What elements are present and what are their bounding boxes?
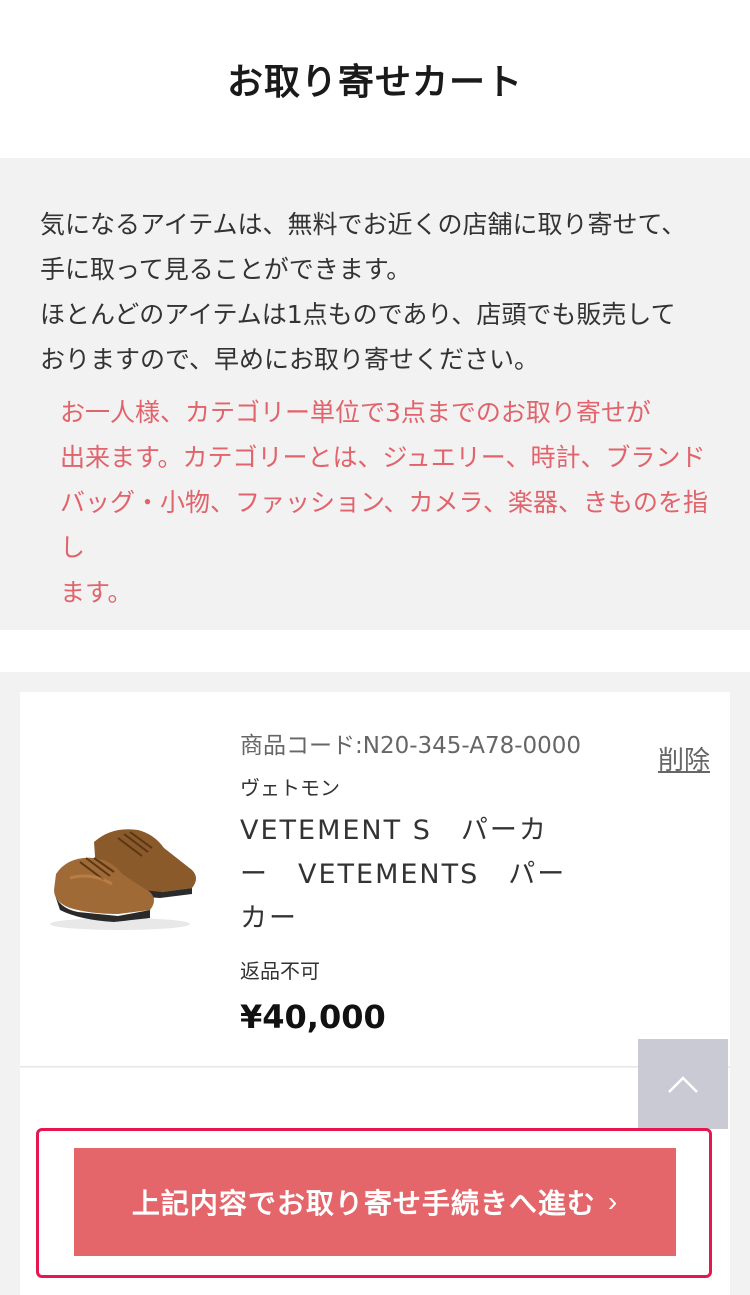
item-name-line: VETEMENT S パーカ (240, 815, 548, 846)
item-brand: ヴェトモン (240, 776, 340, 800)
notice-limit: お一人様、カテゴリー単位で3点までのお取り寄せが 出来ます。カテゴリーとは、ジュ… (40, 390, 710, 615)
item-info: 商品コード:N20-345-A78-0000 ヴェトモン VETEMENT S … (240, 726, 620, 1036)
notice-limit-line: 出来ます。カテゴリーとは、ジュエリー、時計、ブランド (60, 443, 706, 472)
item-code: 商品コード:N20-345-A78-0000 (240, 733, 582, 759)
proceed-label: 上記内容でお取り寄せ手続きへ進む (131, 1188, 596, 1219)
shoe-image[interactable] (42, 812, 202, 942)
cart-item: 商品コード:N20-345-A78-0000 ヴェトモン VETEMENT S … (20, 692, 730, 1067)
chevron-right-icon: › (607, 1186, 619, 1217)
item-name-line: カー (240, 903, 298, 934)
return-policy: 返品不可 (240, 959, 320, 983)
notice-intro-line: 手に取って見ることができます。 (40, 255, 412, 284)
notice-intro: 気になるアイテムは、無料でお近くの店舗に取り寄せて、 手に取って見ることができま… (40, 202, 710, 382)
item-name[interactable]: VETEMENT S パーカ ー VETEMENTS パー カー (240, 809, 620, 941)
proceed-button[interactable]: 上記内容でお取り寄せ手続きへ進む › (74, 1148, 676, 1256)
item-name-line: ー VETEMENTS パー (240, 859, 567, 890)
notice-intro-line: おりますので、早めにお取り寄せください。 (40, 345, 540, 374)
notice-limit-line: お一人様、カテゴリー単位で3点までのお取り寄せが (60, 398, 651, 427)
delete-link[interactable]: 削除 (658, 740, 710, 777)
notice-limit-line: バッグ・小物、ファッション、カメラ、楽器、きものを指し (60, 488, 709, 562)
page-title: お取り寄せカート (226, 62, 523, 103)
chevron-up-icon (668, 1076, 698, 1093)
page-header: お取り寄せカート (0, 0, 750, 158)
notice-limit-line: ます。 (60, 578, 133, 607)
item-price: ¥40,000 (240, 998, 386, 1036)
cart-notice: 気になるアイテムは、無料でお近くの店舗に取り寄せて、 手に取って見ることができま… (0, 158, 750, 630)
notice-intro-line: 気になるアイテムは、無料でお近くの店舗に取り寄せて、 (40, 210, 687, 239)
notice-intro-line: ほとんどのアイテムは1点ものであり、店頭でも販売して (40, 300, 676, 329)
scroll-top-button[interactable] (638, 1039, 728, 1129)
